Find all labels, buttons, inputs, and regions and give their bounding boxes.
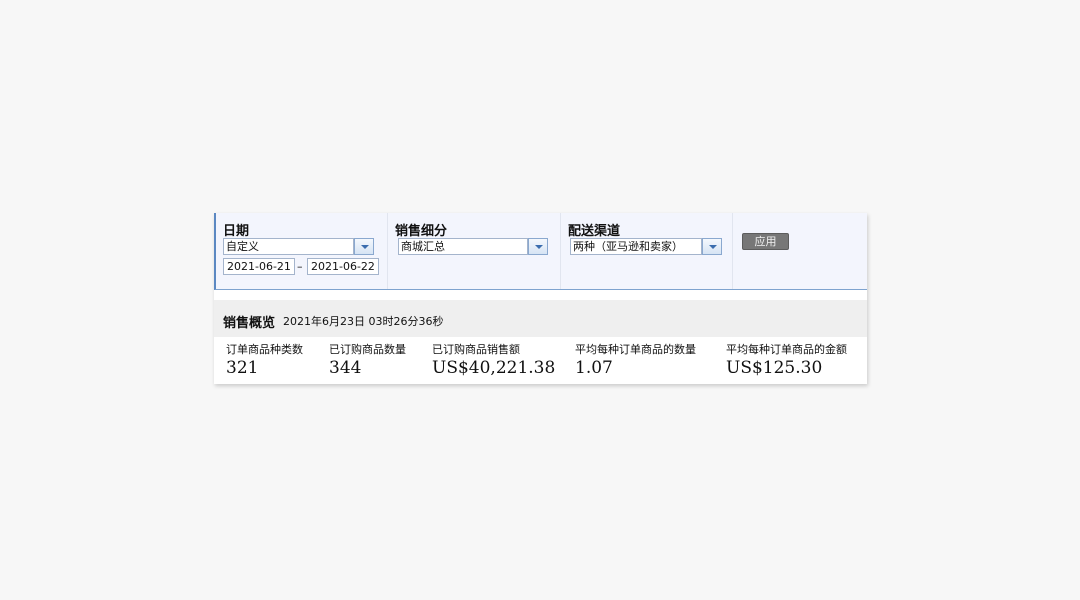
date-range-select[interactable]: 自定义 — [223, 238, 354, 255]
date-filter-label: 日期 — [223, 224, 250, 239]
metric-value: 344 — [329, 358, 362, 378]
date-range-separator: – — [297, 260, 303, 273]
sales-segment-select[interactable]: 商城汇总 — [398, 238, 528, 255]
chevron-down-icon — [535, 245, 543, 249]
apply-section: 应用 — [733, 213, 869, 289]
metric-value: US$125.30 — [726, 358, 823, 378]
sales-segment-dropdown-button[interactable] — [528, 238, 548, 255]
metric-avg-sales-per-item: 平均每种订单商品的金额 US$125.30 — [726, 343, 847, 378]
sales-overview-title: 销售概览 — [223, 316, 276, 331]
metric-ordered-sales: 已订购商品销售额 US$40,221.38 — [432, 343, 555, 378]
filter-bar: 日期 自定义 2021-06-21 – 2021-06-22 销售细分 商城汇总… — [214, 213, 867, 290]
metric-ordered-item-types: 订单商品种类数 321 — [226, 343, 303, 378]
metric-avg-units-per-item: 平均每种订单商品的数量 1.07 — [575, 343, 696, 378]
metric-label: 平均每种订单商品的金额 — [726, 343, 847, 356]
date-filter: 日期 自定义 2021-06-21 – 2021-06-22 — [216, 213, 388, 289]
metric-label: 已订购商品数量 — [329, 343, 406, 356]
overview-timestamp: 2021年6月23日 03时26分36秒 — [283, 315, 444, 328]
shipping-channel-filter: 配送渠道 两种（亚马逊和卖家） — [561, 213, 733, 289]
metric-label: 平均每种订单商品的数量 — [575, 343, 696, 356]
start-date-input[interactable]: 2021-06-21 — [223, 258, 295, 275]
apply-button[interactable]: 应用 — [742, 233, 789, 250]
chevron-down-icon — [361, 245, 369, 249]
shipping-channel-select[interactable]: 两种（亚马逊和卖家） — [570, 238, 702, 255]
sales-segment-filter: 销售细分 商城汇总 — [388, 213, 561, 289]
metric-value: US$40,221.38 — [432, 358, 556, 378]
metric-label: 已订购商品销售额 — [432, 343, 520, 356]
metric-value: 321 — [226, 358, 259, 378]
end-date-input[interactable]: 2021-06-22 — [307, 258, 379, 275]
sales-segment-label: 销售细分 — [395, 224, 448, 239]
metric-label: 订单商品种类数 — [226, 343, 303, 356]
shipping-channel-dropdown-button[interactable] — [702, 238, 722, 255]
shipping-channel-label: 配送渠道 — [568, 224, 621, 239]
metric-value: 1.07 — [575, 358, 613, 378]
sales-overview-header: 销售概览 2021年6月23日 03时26分36秒 — [214, 300, 867, 337]
sales-dashboard-panel: 日期 自定义 2021-06-21 – 2021-06-22 销售细分 商城汇总… — [214, 213, 867, 384]
chevron-down-icon — [709, 245, 717, 249]
date-range-dropdown-button[interactable] — [354, 238, 374, 255]
metric-ordered-units: 已订购商品数量 344 — [329, 343, 406, 378]
